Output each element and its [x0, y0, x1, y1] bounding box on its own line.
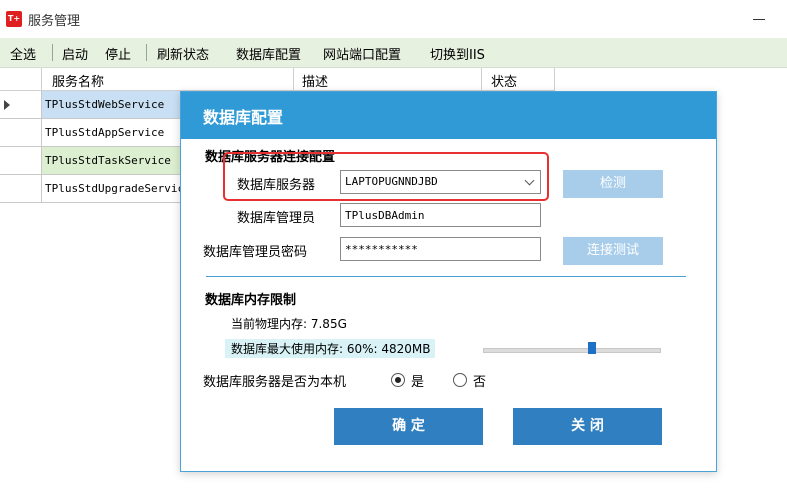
- detect-button[interactable]: 检测: [563, 170, 663, 198]
- column-separator: [41, 68, 42, 90]
- server-label: 数据库服务器: [237, 178, 316, 193]
- row-indicator: [0, 147, 42, 174]
- column-separator: [481, 68, 482, 90]
- row-indicator: [0, 91, 42, 118]
- start-button[interactable]: 启动: [62, 44, 88, 63]
- memory-slider-thumb[interactable]: [588, 342, 596, 354]
- section-divider: [206, 276, 686, 277]
- toolbar-separator: [146, 44, 147, 61]
- table-row[interactable]: TPlusStdAppService: [0, 119, 185, 147]
- ok-button[interactable]: 确 定: [334, 408, 483, 445]
- grid-header: 服务名称 描述 状态: [0, 68, 555, 91]
- minimize-button[interactable]: [745, 8, 775, 28]
- connection-test-button[interactable]: 连接测试: [563, 237, 663, 265]
- local-question-label: 数据库服务器是否为本机: [203, 375, 347, 390]
- window-title: 服务管理: [28, 14, 81, 29]
- service-name-cell[interactable]: TPlusStdWebService: [42, 91, 188, 118]
- row-indicator: [0, 175, 42, 202]
- radio-yes-label[interactable]: 是: [411, 371, 424, 390]
- admin-input[interactable]: [340, 203, 541, 227]
- dialog-title: 数据库配置: [203, 108, 284, 127]
- port-config-button[interactable]: 网站端口配置: [323, 44, 401, 63]
- db-config-dialog: 数据库配置 数据库服务器连接配置 数据库服务器 LAPTOPUGNNDJBD 检…: [180, 91, 717, 472]
- service-name-cell[interactable]: TPlusStdAppService: [42, 119, 188, 146]
- chevron-down-icon[interactable]: [526, 177, 534, 185]
- server-select-value: LAPTOPUGNNDJBD: [345, 175, 438, 188]
- memory-slider-track[interactable]: [483, 348, 661, 353]
- column-separator: [293, 68, 294, 90]
- title-bar: T+ 服务管理: [0, 0, 787, 38]
- radio-yes[interactable]: [391, 373, 405, 387]
- password-label: 数据库管理员密码: [203, 245, 308, 260]
- stop-button[interactable]: 停止: [105, 44, 131, 63]
- column-separator: [554, 68, 555, 90]
- select-all-button[interactable]: 全选: [10, 44, 36, 63]
- service-name-cell[interactable]: TPlusStdUpgradeService: [42, 175, 188, 202]
- toolbar: 全选 启动 停止 刷新状态 数据库配置 网站端口配置 切换到IIS: [0, 38, 787, 68]
- close-button[interactable]: 关 闭: [513, 408, 662, 445]
- radio-no[interactable]: [453, 373, 467, 387]
- toolbar-separator: [52, 44, 53, 61]
- service-name-cell[interactable]: TPlusStdTaskService: [42, 147, 188, 174]
- column-header-name[interactable]: 服务名称: [52, 71, 104, 90]
- column-header-description[interactable]: 描述: [302, 71, 328, 90]
- password-input[interactable]: [340, 237, 541, 261]
- radio-no-label[interactable]: 否: [473, 371, 486, 390]
- dialog-header: 数据库配置: [181, 92, 716, 139]
- server-select[interactable]: LAPTOPUGNNDJBD: [340, 170, 541, 194]
- column-header-status[interactable]: 状态: [491, 71, 517, 90]
- max-memory-text: 数据库最大使用内存: 60%: 4820MB: [225, 339, 435, 358]
- refresh-status-button[interactable]: 刷新状态: [157, 44, 209, 63]
- memory-section-title: 数据库内存限制: [205, 293, 297, 308]
- table-row[interactable]: TPlusStdTaskService: [0, 147, 188, 175]
- app-logo-icon: T+: [6, 11, 22, 27]
- table-row[interactable]: TPlusStdWebService: [0, 91, 188, 119]
- physical-memory-text: 当前物理内存: 7.85G: [231, 317, 347, 331]
- current-row-arrow-icon: [4, 100, 10, 110]
- row-indicator: [0, 119, 42, 146]
- admin-label: 数据库管理员: [237, 211, 316, 226]
- db-config-button[interactable]: 数据库配置: [236, 44, 301, 63]
- switch-iis-button[interactable]: 切换到IIS: [430, 44, 485, 63]
- table-row[interactable]: TPlusStdUpgradeService: [0, 175, 188, 203]
